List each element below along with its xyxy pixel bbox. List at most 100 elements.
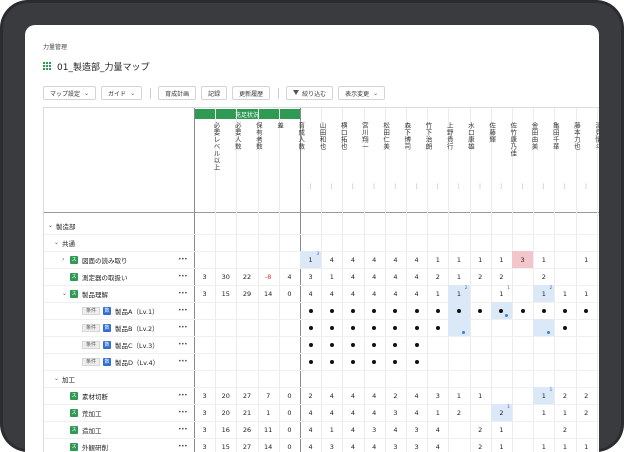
skill-level-cell[interactable] (406, 217, 427, 234)
chevron-down-icon[interactable]: ⌄ (54, 239, 62, 246)
skill-level-cell[interactable]: 4 (427, 421, 448, 438)
skill-level-cell[interactable] (300, 217, 321, 234)
skill-level-cell[interactable]: 4 (406, 268, 427, 285)
skill-level-cell[interactable] (512, 387, 533, 404)
table-row[interactable]: 条件数製品D（Lv.4） ••• (44, 353, 599, 370)
table-row[interactable]: ⌄ ス製品理解 ••• 3 15 29 14 0 4 4 4 4 4 4 1 1 2 1 1 1 2 1 1 (44, 285, 599, 302)
skill-level-cell[interactable] (491, 234, 512, 251)
skill-level-cell[interactable]: 4 (385, 268, 406, 285)
skill-level-cell[interactable]: 4 (300, 285, 321, 302)
skill-level-cell[interactable] (512, 370, 533, 387)
row-more-icon[interactable]: ••• (178, 319, 188, 336)
skill-level-cell[interactable] (321, 234, 342, 251)
skill-level-cell[interactable]: 3 (300, 268, 321, 285)
skill-level-cell[interactable]: 4 (364, 438, 385, 452)
skill-level-cell[interactable] (364, 319, 385, 336)
filter-button[interactable]: 絞り込む (286, 86, 334, 100)
skill-level-cell[interactable] (342, 319, 363, 336)
skill-level-cell[interactable]: 3 (406, 421, 427, 438)
person-header[interactable]: 佐竹康乃佳 (497, 122, 517, 157)
row-label[interactable]: 条件数製品A（Lv.1） (82, 302, 159, 319)
table-row[interactable]: ス素材切断 ••• 3 20 27 7 0 2 4 4 4 2 4 3 1 1 1 1 2 2 (44, 387, 599, 404)
column-menu-icon[interactable]: ⋮ (491, 183, 511, 190)
row-more-icon[interactable]: ••• (178, 404, 188, 421)
skill-level-cell[interactable] (470, 404, 491, 421)
skill-level-cell[interactable]: 4 (321, 285, 342, 302)
skill-level-cell[interactable] (533, 234, 554, 251)
skill-level-cell[interactable] (554, 234, 575, 251)
skill-level-cell[interactable]: 1 (321, 268, 342, 285)
skill-level-cell[interactable]: 12 (448, 285, 470, 302)
skill-level-cell[interactable] (385, 319, 406, 336)
skill-level-cell[interactable]: 1 (576, 251, 597, 268)
row-more-icon[interactable]: ••• (178, 268, 188, 285)
skill-level-cell[interactable] (576, 268, 597, 285)
chevron-right-icon[interactable]: › (62, 256, 70, 263)
skill-level-cell[interactable] (576, 217, 597, 234)
table-row[interactable]: ⌄ 加工 (44, 370, 599, 387)
skill-level-cell[interactable] (512, 268, 533, 285)
skill-level-cell[interactable]: 1 (533, 404, 554, 421)
skill-level-cell[interactable]: 2 (470, 268, 491, 285)
skill-level-cell[interactable] (406, 319, 427, 336)
skill-level-cell[interactable] (470, 302, 491, 319)
skill-level-cell[interactable] (364, 302, 385, 319)
column-menu-icon[interactable]: ⋮ (406, 183, 426, 190)
display-change-button[interactable]: 表示変更 ⌄ (338, 86, 386, 100)
skill-level-cell[interactable] (321, 353, 342, 370)
person-header[interactable]: 森下博司 (391, 122, 411, 150)
skill-level-cell[interactable]: 2 (554, 421, 575, 438)
table-row[interactable]: ス測定器の取扱い ••• 3 30 22 -8 4 3 1 4 4 4 4 2 1 2 2 2 (44, 268, 599, 285)
skill-level-cell[interactable]: 1 (427, 404, 448, 421)
table-row[interactable]: ス造加工 ••• 3 16 26 11 0 4 1 4 3 4 3 4 2 1 2 (44, 421, 599, 438)
skill-level-cell[interactable]: 3 (385, 438, 406, 452)
skill-level-cell[interactable]: 2 (491, 268, 512, 285)
skill-level-cell[interactable] (576, 302, 597, 319)
skill-level-cell[interactable]: 4 (406, 285, 427, 302)
person-header[interactable]: 水口康雄 (454, 122, 474, 150)
skill-level-cell[interactable] (342, 370, 363, 387)
person-header[interactable]: 亀田千華 (539, 122, 559, 150)
skill-level-cell[interactable] (533, 217, 554, 234)
skill-level-cell[interactable] (576, 421, 597, 438)
skill-level-cell[interactable] (470, 353, 491, 370)
skill-level-cell[interactable]: 4 (427, 438, 448, 452)
skill-level-cell[interactable]: 2 (576, 387, 597, 404)
skill-level-cell[interactable]: 2 (300, 387, 321, 404)
row-label[interactable]: 条件数製品B（Lv.2） (82, 319, 159, 336)
column-menu-icon[interactable]: ⋮ (512, 183, 532, 190)
row-more-icon[interactable]: ••• (178, 421, 188, 438)
column-menu-icon[interactable]: ⋮ (342, 183, 362, 190)
row-label[interactable]: ス外観研削 (62, 438, 108, 452)
skill-level-cell[interactable]: 1 (533, 438, 554, 452)
person-header[interactable]: 金田由美 (518, 122, 538, 150)
row-label[interactable]: 条件数製品D（Lv.4） (82, 353, 159, 370)
skill-level-cell[interactable]: 2 (385, 387, 406, 404)
skill-level-cell[interactable]: 2 (470, 421, 491, 438)
skill-level-cell[interactable] (300, 234, 321, 251)
skill-level-cell[interactable] (427, 319, 448, 336)
column-menu-icon[interactable]: ⋮ (300, 183, 320, 190)
skill-level-cell[interactable] (448, 302, 470, 319)
person-header[interactable]: 宮川翔一 (348, 122, 368, 150)
skill-level-cell[interactable]: 2 (533, 268, 554, 285)
skill-level-cell[interactable] (364, 370, 385, 387)
skill-level-cell[interactable] (448, 353, 469, 370)
guide-button[interactable]: ガイド ⌄ (101, 86, 143, 100)
table-row[interactable]: 条件数製品C（Lv.3） ••• (44, 336, 599, 353)
history-button[interactable]: 更新履歴 (232, 86, 271, 100)
skill-level-cell[interactable]: 4 (321, 251, 342, 268)
skill-level-cell[interactable]: 4 (342, 421, 363, 438)
skill-level-cell[interactable] (364, 234, 385, 251)
skill-level-cell[interactable] (491, 387, 512, 404)
skill-level-cell[interactable] (300, 302, 321, 319)
skill-level-cell[interactable]: 12 (533, 285, 555, 302)
skill-level-cell[interactable] (342, 336, 363, 353)
skill-level-cell[interactable] (533, 353, 554, 370)
row-label[interactable]: ス荒加工 (62, 404, 102, 421)
skill-level-cell[interactable] (533, 421, 554, 438)
skill-level-cell[interactable] (491, 336, 512, 353)
skill-level-cell[interactable] (364, 217, 385, 234)
skill-level-cell[interactable] (533, 336, 554, 353)
skill-level-cell[interactable]: 1 (491, 251, 512, 268)
